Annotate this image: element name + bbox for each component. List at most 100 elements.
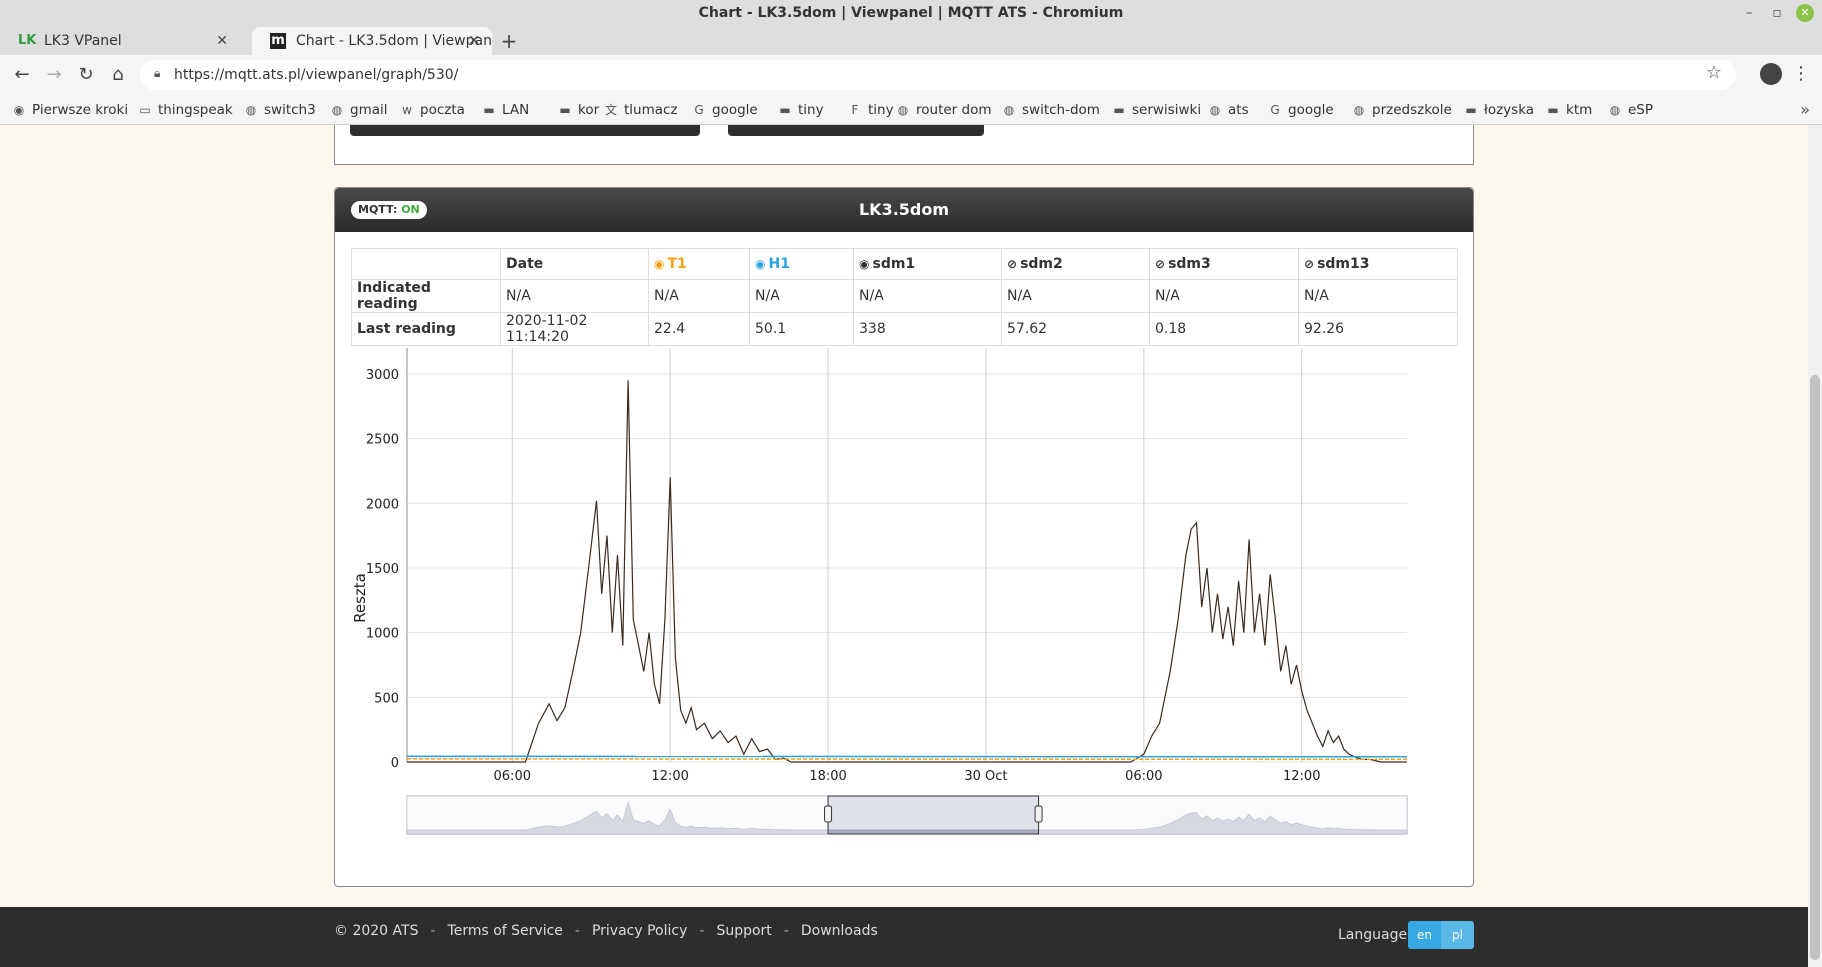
time-series-chart[interactable]: 0 500 1000 1500 2000 2500 3000 06:00 12:00 18:00 3… [335, 348, 1473, 888]
new-tab-button[interactable]: + [498, 27, 520, 55]
y-tick-label: 1500 [366, 562, 399, 577]
more-bookmarks-icon[interactable]: » [1800, 95, 1810, 125]
eye-slash-icon: ⊘ [1155, 257, 1166, 271]
language-en-button[interactable]: en [1408, 921, 1441, 949]
url-text[interactable]: https://mqtt.ats.pl/viewpanel/graph/530/ [174, 60, 458, 90]
bookmark-item[interactable]: ◍ switch3 [244, 95, 316, 125]
bookmark-item[interactable]: ▬ tiny [778, 95, 823, 125]
support-link[interactable]: Support [716, 923, 771, 939]
table-header-sdm3[interactable]: ⊘ sdm3 [1149, 248, 1299, 280]
terms-link[interactable]: Terms of Service [448, 923, 563, 939]
bookmark-item[interactable]: Ggoogle [1268, 95, 1334, 125]
close-window-icon[interactable]: ✕ [1796, 4, 1814, 22]
graph-panel: MQTT: ON LK3.5dom Date ◉ T1 ◉ H1 ◉ sdm1 ⊘ sd… [334, 187, 1474, 887]
bookmark-item[interactable]: ▬ serwisiwki [1112, 95, 1201, 125]
navigator-mask-left [407, 796, 829, 834]
m-logo-icon: m [270, 33, 286, 49]
bookmark-item[interactable]: ▬ LAN [482, 95, 529, 125]
globe-icon: ◍ [897, 103, 909, 117]
forward-arrow-icon[interactable]: → [42, 63, 66, 87]
table-header-sdm2[interactable]: ⊘ sdm2 [1001, 248, 1150, 280]
bookmark-item[interactable]: ▭ thingspeak [138, 95, 232, 125]
menu-kebab-icon[interactable]: ⋮ [1792, 63, 1810, 84]
folder-icon: ▬ [1547, 103, 1559, 117]
bookmarks-bar: ◉ Pierwsze kroki ▭ thingspeak ◍ switch3 ◍ gmail… [0, 95, 1822, 125]
bookmark-item[interactable]: Ftiny [848, 95, 894, 125]
globe-icon: ◍ [331, 103, 343, 117]
navigator-selection[interactable] [827, 795, 1040, 835]
bookmark-star-icon[interactable]: ☆ [1706, 62, 1722, 83]
bookmark-item[interactable]: 文 tlumacz [604, 95, 678, 125]
maximize-icon[interactable]: ▫ [1768, 4, 1786, 22]
bookmark-label: przedszkole [1372, 102, 1452, 118]
navigator-handle[interactable] [1034, 805, 1043, 823]
series-line[interactable] [406, 755, 1408, 758]
bookmark-item[interactable]: ◉ Pierwsze kroki [12, 95, 128, 125]
privacy-link[interactable]: Privacy Policy [592, 923, 687, 939]
separator: - [699, 923, 705, 939]
table-header-sdm13[interactable]: ⊘ sdm13 [1298, 248, 1458, 280]
bookmark-label: gmail [350, 102, 388, 118]
tab-label: Chart - LK3.5dom | Viewpanel [296, 33, 492, 49]
separator: - [430, 923, 436, 939]
navigator-handle[interactable] [824, 805, 833, 823]
bookmark-item[interactable]: ◍ gmail [330, 95, 388, 125]
tab-lk3-vpanel[interactable]: LK LK3 VPanel ✕ [0, 27, 240, 55]
reload-icon[interactable]: ↻ [74, 63, 98, 87]
panel-title: LK3.5dom [858, 200, 950, 219]
header-label: sdm3 [1168, 256, 1211, 272]
close-tab-icon[interactable]: ✕ [468, 27, 480, 55]
header-label: sdm2 [1020, 256, 1063, 272]
bookmark-item[interactable]: ▬ łozyska [1464, 95, 1534, 125]
previous-panel-bottom [334, 125, 1474, 165]
row-label: Last reading [351, 312, 501, 346]
bookmark-label: google [1288, 102, 1334, 118]
table-header-sdm1[interactable]: ◉ sdm1 [853, 248, 1002, 280]
bookmark-label: tiny [868, 102, 894, 118]
bookmark-item[interactable]: ◍ ats [1208, 95, 1249, 125]
address-bar[interactable]: 🔒︎ https://mqtt.ats.pl/viewpanel/graph/5… [140, 60, 1736, 90]
separator: - [574, 923, 580, 939]
series-line[interactable] [406, 758, 1408, 761]
table-header-h1[interactable]: ◉ H1 [749, 248, 854, 280]
x-tick-label: 18:00 [809, 769, 846, 784]
minimize-icon[interactable]: – [1740, 4, 1758, 22]
table-cell: 50.1 [749, 312, 854, 346]
bookmark-item[interactable]: w poczta [400, 95, 465, 125]
account-icon[interactable] [1760, 63, 1782, 85]
downloads-link[interactable]: Downloads [801, 923, 878, 939]
table-cell: 0.18 [1149, 312, 1299, 346]
close-tab-icon[interactable]: ✕ [216, 27, 228, 55]
table-header-t1[interactable]: ◉ T1 [648, 248, 750, 280]
row-label: Indicated reading [351, 279, 501, 313]
folder-icon: ▬ [1113, 103, 1125, 117]
language-pl-button[interactable]: pl [1441, 921, 1474, 949]
header-label: sdm1 [872, 256, 916, 272]
separator: - [783, 923, 789, 939]
bookmark-item[interactable]: ◍ switch-dom [1002, 95, 1100, 125]
bookmark-item[interactable]: Ggoogle [692, 95, 757, 125]
eye-slash-icon: ⊘ [1007, 257, 1018, 271]
bookmark-label: łozyska [1484, 102, 1535, 118]
button-bar[interactable] [350, 125, 700, 136]
tab-chart[interactable]: m Chart - LK3.5dom | Viewpanel ✕ [252, 27, 492, 55]
firefox-icon: ◉ [13, 103, 25, 117]
x-tick-label: 12:00 [1283, 769, 1320, 784]
eye-icon: ◉ [755, 257, 766, 271]
eye-slash-icon: ⊘ [1304, 257, 1315, 271]
bookmark-item[interactable]: ▬ kor [558, 95, 599, 125]
table-cell: N/A [1298, 279, 1458, 313]
bookmark-item[interactable]: ◍ przedszkole [1352, 95, 1452, 125]
back-arrow-icon[interactable]: ← [10, 63, 34, 87]
bookmark-label: switch-dom [1022, 102, 1100, 118]
bookmark-item[interactable]: ◍ eSP [1608, 95, 1653, 125]
navigator-mask-right [1038, 796, 1407, 834]
series-line[interactable] [407, 380, 1407, 763]
button-bar[interactable] [728, 125, 984, 136]
home-icon[interactable]: ⌂ [106, 63, 130, 87]
scrollbar-thumb[interactable] [1810, 375, 1820, 960]
bookmark-item[interactable]: ◍ router dom [896, 95, 992, 125]
table-cell: 2020-11-02 11:14:20 [500, 312, 649, 346]
bookmark-item[interactable]: ▬ ktm [1546, 95, 1592, 125]
page-scrollbar[interactable] [1808, 125, 1822, 967]
